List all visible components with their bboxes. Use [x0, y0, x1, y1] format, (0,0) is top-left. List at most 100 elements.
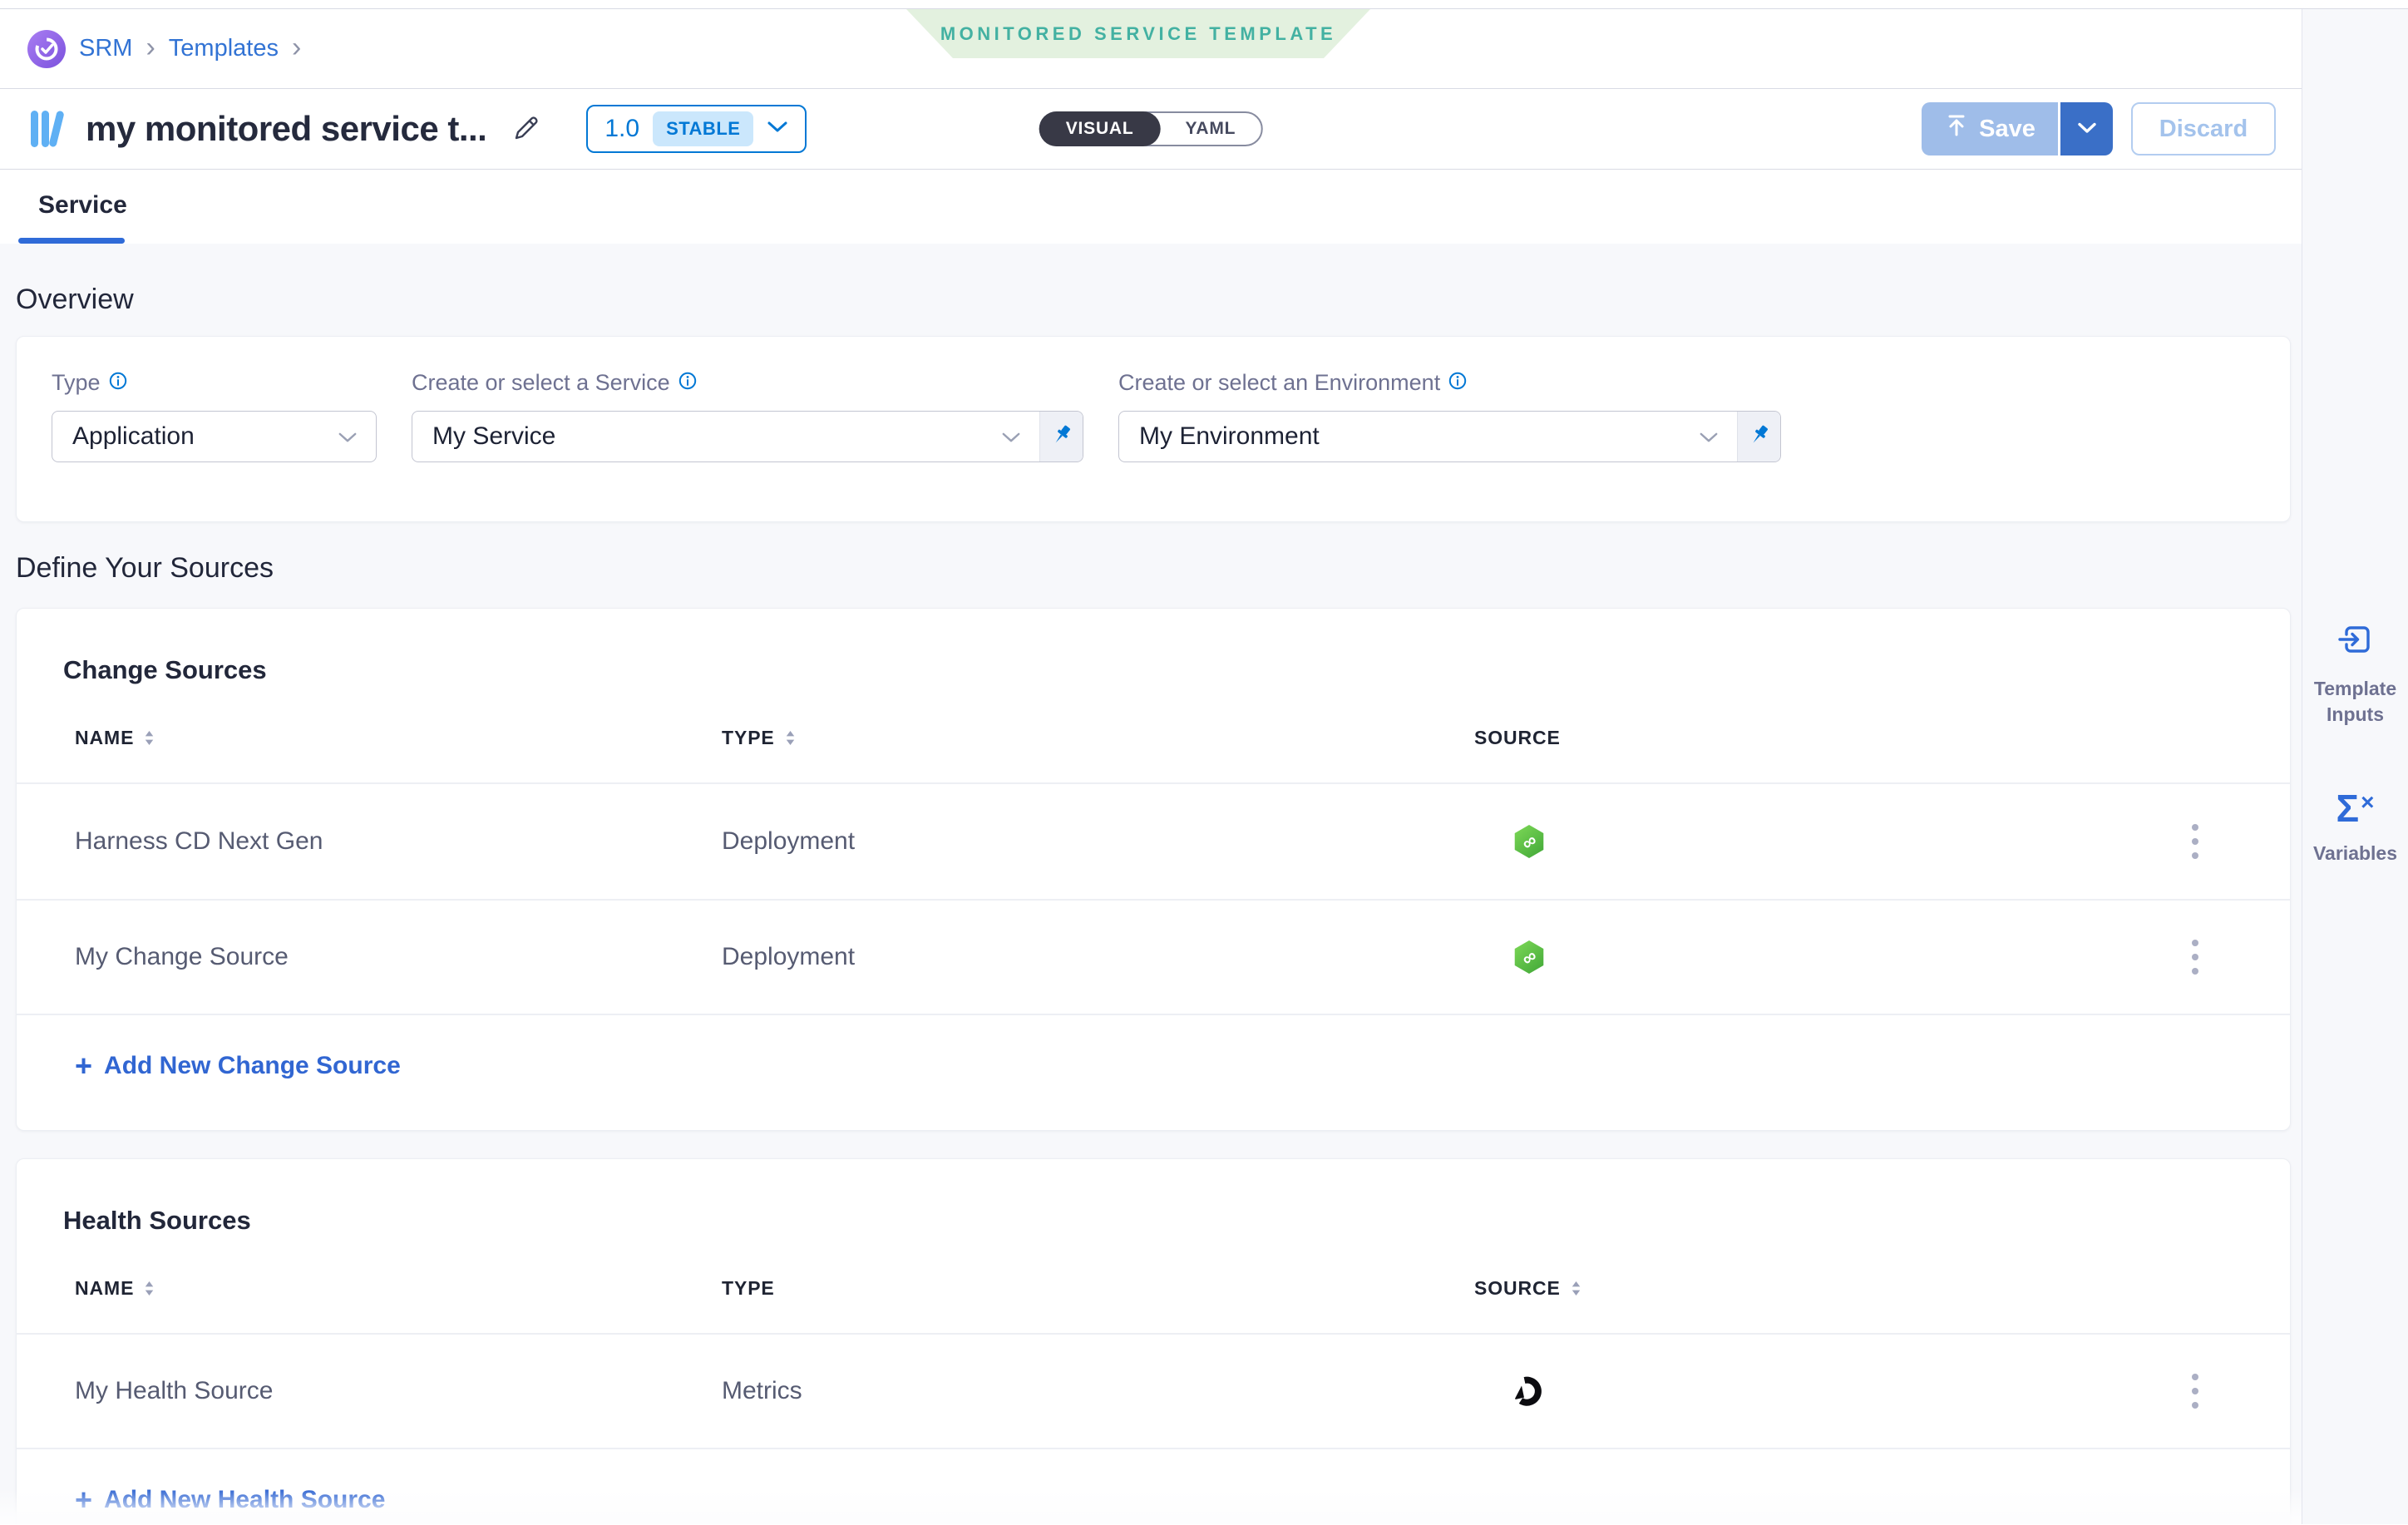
toggle-visual[interactable]: VISUAL	[1039, 111, 1161, 146]
harness-cd-icon: ∞	[1514, 940, 1544, 974]
save-options-button[interactable]	[2058, 102, 2113, 155]
harness-cd-glyph: ∞	[1518, 830, 1541, 853]
change-source-type: Deployment	[722, 827, 1474, 856]
health-sources-table-header: NAME TYPE SOURCE	[17, 1277, 2290, 1333]
harness-cd-glyph: ∞	[1518, 945, 1541, 969]
environment-field-label: Create or select an Environment	[1118, 370, 1781, 396]
right-rail: Template Inputs Σ × Variables	[2302, 9, 2408, 1524]
page-title: my monitored service t...	[86, 109, 486, 149]
badge-label: MONITORED SERVICE TEMPLATE	[940, 23, 1336, 45]
health-source-source-cell	[1474, 1374, 2183, 1408]
template-inputs-button[interactable]: Template Inputs	[2302, 620, 2408, 728]
health-source-row[interactable]: My Health Source Metrics	[17, 1333, 2290, 1449]
service-label-text: Create or select a Service	[412, 370, 670, 396]
column-header-source[interactable]: SOURCE	[1474, 727, 2198, 749]
main-column: SRM › Templates › MONITORED SERVICE TEMP…	[0, 9, 2302, 1524]
row-menu-button[interactable]	[2183, 1365, 2207, 1417]
column-header-type[interactable]: TYPE	[722, 727, 1474, 749]
pin-icon	[1747, 422, 1772, 452]
column-header-name[interactable]: NAME	[75, 1277, 722, 1300]
add-new-change-source-link[interactable]: + Add New Change Source	[75, 1052, 401, 1080]
environment-select-value: My Environment	[1139, 422, 1320, 451]
breadcrumb-templates-link[interactable]: Templates	[169, 35, 279, 62]
change-source-source-cell: ∞	[1474, 825, 2183, 858]
change-source-source-cell: ∞	[1474, 940, 2183, 974]
add-new-health-source-link[interactable]: + Add New Health Source	[75, 1486, 385, 1514]
row-menu-button[interactable]	[2183, 816, 2207, 867]
tab-bar: Service	[0, 170, 2302, 244]
version-stable-chip: STABLE	[653, 111, 753, 146]
template-header-bar: my monitored service t... 1.0 STABLE	[0, 89, 2302, 170]
overview-section-heading: Overview	[16, 244, 2291, 316]
breadcrumb-srm-link[interactable]: SRM	[79, 35, 132, 62]
change-sources-table: NAME TYPE SOURCE	[17, 727, 2290, 1015]
add-new-change-source-label: Add New Change Source	[104, 1052, 401, 1080]
type-field-label: Type	[52, 370, 377, 396]
edit-title-button[interactable]	[510, 111, 543, 147]
discard-button[interactable]: Discard	[2131, 102, 2276, 155]
health-sources-table: NAME TYPE SOURCE	[17, 1277, 2290, 1449]
x-glyph: ×	[2361, 791, 2374, 814]
variables-button[interactable]: Σ × Variables	[2302, 789, 2408, 866]
type-select[interactable]: Application	[52, 411, 377, 462]
pin-service-button[interactable]	[1039, 412, 1083, 461]
monitored-service-template-badge: MONITORED SERVICE TEMPLATE	[906, 9, 1370, 58]
overview-card: Type Application	[16, 336, 2291, 522]
save-split-button: Save	[1922, 102, 2113, 155]
pin-icon	[1049, 422, 1074, 452]
change-source-name: Harness CD Next Gen	[75, 827, 722, 856]
chevron-down-icon	[767, 121, 788, 138]
sort-icon	[144, 1281, 155, 1296]
info-icon[interactable]	[1448, 370, 1467, 396]
column-header-label: NAME	[75, 727, 134, 749]
plus-icon: +	[75, 1053, 92, 1079]
environment-select[interactable]: My Environment	[1118, 411, 1781, 462]
service-select[interactable]: My Service	[412, 411, 1083, 462]
sort-icon	[785, 730, 796, 746]
pin-environment-button[interactable]	[1737, 412, 1780, 461]
column-header-label: NAME	[75, 1277, 134, 1300]
variables-label: Variables	[2312, 841, 2399, 866]
sort-icon	[1571, 1281, 1581, 1296]
define-sources-heading: Define Your Sources	[16, 552, 2291, 585]
chevron-down-icon	[338, 422, 358, 451]
pencil-icon	[510, 111, 543, 147]
version-selector[interactable]: 1.0 STABLE	[586, 105, 807, 153]
harness-cd-icon: ∞	[1514, 825, 1544, 858]
add-new-health-source-label: Add New Health Source	[104, 1486, 385, 1514]
change-source-row[interactable]: Harness CD Next Gen Deployment ∞	[17, 782, 2290, 899]
service-field-label: Create or select a Service	[412, 370, 1083, 396]
tab-service[interactable]: Service	[38, 191, 127, 220]
toggle-yaml[interactable]: YAML	[1161, 113, 1261, 145]
active-tab-underline	[18, 238, 125, 244]
column-header-name[interactable]: NAME	[75, 727, 722, 749]
version-number: 1.0	[604, 115, 639, 143]
sort-icon	[144, 730, 155, 746]
srm-module-icon	[27, 30, 66, 68]
type-select-value: Application	[72, 422, 195, 451]
row-menu-button[interactable]	[2183, 931, 2207, 983]
save-button-label: Save	[1979, 116, 2035, 143]
breadcrumb-bar: SRM › Templates › MONITORED SERVICE TEMP…	[0, 9, 2302, 89]
column-header-label: TYPE	[722, 1277, 775, 1300]
template-inputs-label: Template Inputs	[2312, 676, 2399, 728]
app-frame: SRM › Templates › MONITORED SERVICE TEMP…	[0, 9, 2408, 1524]
change-source-row[interactable]: My Change Source Deployment ∞	[17, 899, 2290, 1015]
info-icon[interactable]	[678, 370, 697, 396]
change-sources-heading: Change Sources	[63, 655, 2290, 685]
column-header-type[interactable]: TYPE	[722, 1277, 1474, 1300]
column-header-label: SOURCE	[1474, 727, 1561, 749]
environment-field-group: Create or select an Environment My Envir…	[1118, 370, 1781, 521]
info-icon[interactable]	[109, 370, 127, 396]
save-button[interactable]: Save	[1922, 102, 2058, 155]
variables-icon: Σ ×	[2336, 789, 2375, 827]
column-header-source[interactable]: SOURCE	[1474, 1277, 2198, 1300]
health-source-type: Metrics	[722, 1377, 1474, 1405]
template-library-icon	[27, 107, 69, 151]
service-select-value: My Service	[432, 422, 555, 451]
chevron-right-icon: ›	[146, 33, 155, 62]
column-header-label: TYPE	[722, 727, 775, 749]
template-inputs-icon	[2336, 620, 2375, 663]
appdynamics-icon	[1511, 1374, 1544, 1408]
chevron-down-icon	[1699, 422, 1719, 451]
